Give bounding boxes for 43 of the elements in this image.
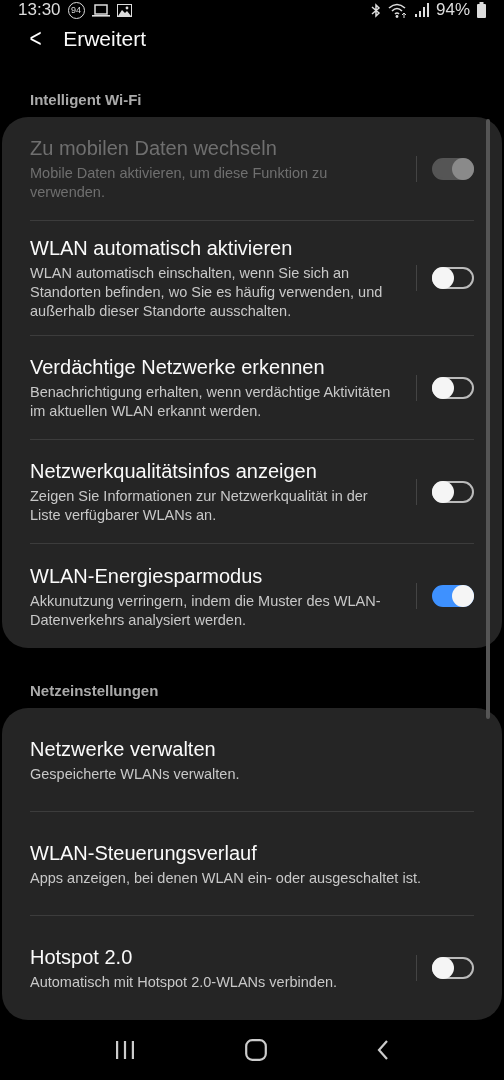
setting-title: Netzwerkqualitätsinfos anzeigen — [30, 459, 318, 484]
setting-description: WLAN automatisch einschalten, wenn Sie sich an Standorten befinden, wo Sie es häufig verwenden, und außerhalb dieser Standorte ausschalten. — [30, 264, 384, 321]
toggle-switch[interactable] — [432, 376, 474, 399]
setting-title: WLAN-Energiesparmodus — [30, 563, 264, 589]
bluetooth-icon — [370, 2, 381, 18]
wifi-icon — [387, 2, 408, 18]
section-header: Intelligent Wi-Fi — [29, 90, 143, 110]
setting-description: Mobile Daten aktivieren, um diese Funktion zu verwenden. — [30, 164, 329, 202]
back-icon[interactable] — [377, 1040, 389, 1060]
setting-row[interactable]: WLAN automatisch aktivieren WLAN automatisch einschalten, wenn Sie sich an Standorten befinden, wo Sie es häufig verwenden, und außerhalb dieser Standorte ausschalten. — [30, 221, 474, 336]
laptop-icon — [91, 3, 110, 17]
setting-title: Verdächtige Netzwerke erkennen — [30, 355, 326, 380]
setting-row[interactable]: WLAN-Energiesparmodus Akkunutzung verringern, indem die Muster des WLAN-Datenverkehrs analysiert werden. — [30, 544, 474, 648]
setting-title: Netzwerke verwalten — [30, 736, 217, 762]
battery-percentage: 94% — [435, 0, 470, 21]
setting-title: Zu mobilen Daten wechseln — [30, 136, 278, 161]
home-icon[interactable] — [245, 1039, 267, 1061]
setting-description: Zeigen Sie Informationen zur Netzwerkqualität in der Liste verfügbarer WLANs an. — [30, 487, 369, 525]
back-button[interactable]: < — [24, 23, 47, 55]
setting-title: WLAN-Steuerungsverlauf — [30, 840, 258, 866]
setting-description: Automatisch mit Hotspot 2.0-WLANs verbinden. — [30, 973, 339, 992]
toggle-switch[interactable] — [432, 480, 474, 503]
battery-icon — [477, 2, 486, 19]
setting-title: WLAN automatisch aktivieren — [30, 236, 294, 261]
setting-row[interactable]: WLAN-Steuerungsverlauf Apps anzeigen, bei denen WLAN ein- oder ausgeschaltet ist. — [30, 812, 474, 916]
status-time: 13:30 — [18, 0, 61, 21]
setting-description: Akkunutzung verringern, indem die Muster des WLAN-Datenverkehrs analysiert werden. — [30, 591, 382, 630]
toggle-switch[interactable] — [432, 957, 474, 979]
setting-row[interactable]: Hotspot 2.0 Automatisch mit Hotspot 2.0-WLANs verbinden. — [30, 916, 474, 1020]
toggle-switch[interactable] — [432, 267, 474, 289]
setting-description: Gespeicherte WLANs verwalten. — [30, 764, 241, 784]
setting-description: Benachrichtigung erhalten, wenn verdächtige Aktivitäten im aktuellen WLAN erkannt werden. — [30, 383, 392, 421]
toggle-switch[interactable] — [432, 585, 474, 607]
setting-description: Apps anzeigen, bei denen WLAN ein- oder ausgeschaltet ist. — [30, 868, 422, 888]
page-title: Erweitert — [63, 26, 147, 51]
section-header: Netzeinstellungen — [29, 681, 160, 701]
image-icon — [116, 3, 132, 17]
signal-icon — [414, 3, 429, 18]
setting-title: Hotspot 2.0 — [30, 945, 134, 970]
recent-apps-icon[interactable] — [115, 1041, 135, 1059]
setting-row[interactable]: Netzwerke verwalten Gespeicherte WLANs verwalten. — [30, 708, 474, 812]
setting-row[interactable]: Verdächtige Netzwerke erkennen Benachrichtigung erhalten, wenn verdächtige Aktivitäten im aktuellen WLAN erkannt werden. — [30, 336, 474, 440]
setting-row[interactable]: Netzwerkqualitätsinfos anzeigen Zeigen Sie Informationen zur Netzwerkqualität in der Liste verfügbarer WLANs an. — [30, 440, 474, 544]
